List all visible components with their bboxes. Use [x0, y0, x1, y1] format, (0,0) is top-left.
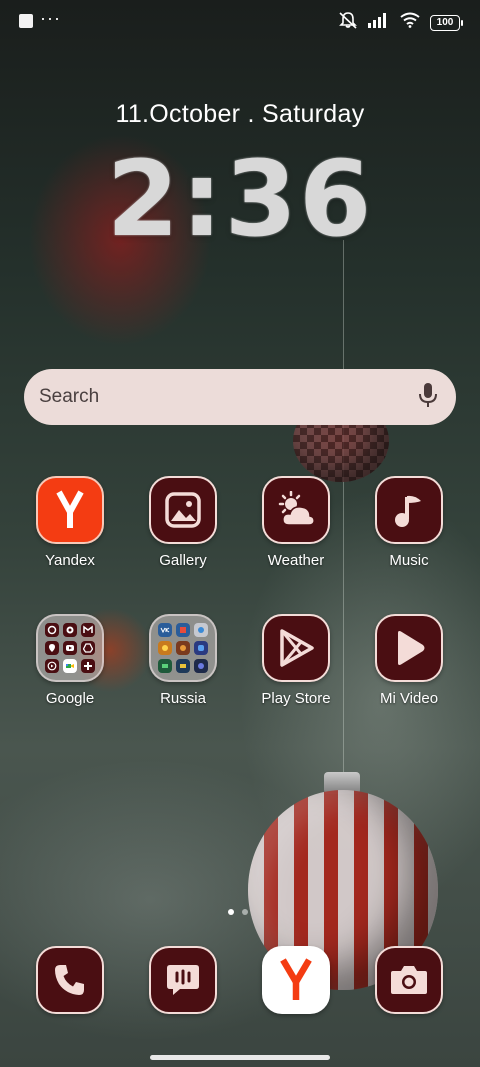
play-store-icon	[262, 614, 330, 682]
app-label-play-store: Play Store	[261, 690, 331, 707]
google-mini-icon	[45, 623, 59, 637]
app-mini-icon	[158, 641, 172, 655]
dock-yandex-browser[interactable]	[262, 946, 330, 1014]
search-bar[interactable]: Search	[24, 369, 456, 425]
notification-icon	[19, 14, 33, 28]
page-indicator	[228, 909, 248, 915]
home-indicator[interactable]	[150, 1055, 330, 1060]
app-label-russia: Russia	[160, 690, 206, 707]
status-icons: 100	[338, 11, 463, 34]
app-mi-video[interactable]: Mi Video	[353, 614, 465, 707]
search-placeholder: Search	[39, 386, 100, 407]
folder-icon	[149, 614, 217, 682]
maps-mini-icon	[45, 641, 59, 655]
dock-messages[interactable]	[149, 946, 217, 1014]
drive-mini-icon	[81, 641, 95, 655]
app-label-yandex: Yandex	[45, 552, 95, 569]
app-label-weather: Weather	[267, 552, 325, 569]
gmail-mini-icon	[81, 623, 95, 637]
app-label-google: Google	[45, 690, 95, 707]
more-notifications-indicator: ···	[40, 8, 61, 28]
folder-icon	[36, 614, 104, 682]
youtube-mini-icon	[63, 641, 77, 655]
status-bar: ··· 100	[0, 0, 480, 40]
app-weather[interactable]: Weather	[240, 476, 352, 569]
app-music[interactable]: Music	[353, 476, 465, 569]
app-play-store[interactable]: Play Store	[240, 614, 352, 707]
page-dot-active	[228, 909, 234, 915]
dock-camera[interactable]	[375, 946, 443, 1014]
music-icon	[375, 476, 443, 544]
battery-indicator: 100	[430, 14, 463, 31]
microphone-icon[interactable]	[416, 381, 440, 414]
app-gallery[interactable]: Gallery	[127, 476, 239, 569]
mute-icon	[338, 11, 358, 34]
chrome-mini-icon	[63, 623, 77, 637]
vk-mini-icon	[158, 623, 172, 637]
app-mini-icon	[194, 641, 208, 655]
app-label-mi-video: Mi Video	[379, 690, 439, 707]
photos-mini-icon	[81, 659, 95, 673]
app-label-music: Music	[389, 552, 429, 569]
youtube-music-mini-icon	[45, 659, 59, 673]
app-mini-icon	[176, 659, 190, 673]
messages-icon	[149, 946, 217, 1014]
gosuslugi-mini-icon	[176, 623, 190, 637]
app-mini-icon	[194, 623, 208, 637]
app-folder-russia[interactable]: Russia	[127, 614, 239, 707]
app-mini-icon	[194, 659, 208, 673]
date-label[interactable]: 11.October . Saturday	[0, 100, 480, 129]
app-yandex[interactable]: Yandex	[14, 476, 126, 569]
app-label-gallery: Gallery	[159, 552, 207, 569]
app-mini-icon	[176, 641, 190, 655]
meet-mini-icon	[63, 659, 77, 673]
yandex-browser-icon	[262, 946, 330, 1014]
signal-icon	[368, 12, 390, 33]
mi-video-icon	[375, 614, 443, 682]
app-mini-icon	[158, 659, 172, 673]
camera-icon	[375, 946, 443, 1014]
weather-icon	[262, 476, 330, 544]
yandex-icon	[36, 476, 104, 544]
dock-phone[interactable]	[36, 946, 104, 1014]
phone-icon	[36, 946, 104, 1014]
app-folder-google[interactable]: Google	[14, 614, 126, 707]
gallery-icon	[149, 476, 217, 544]
wifi-icon	[400, 12, 420, 33]
clock-time[interactable]: 2:36	[0, 138, 480, 260]
page-dot	[242, 909, 248, 915]
